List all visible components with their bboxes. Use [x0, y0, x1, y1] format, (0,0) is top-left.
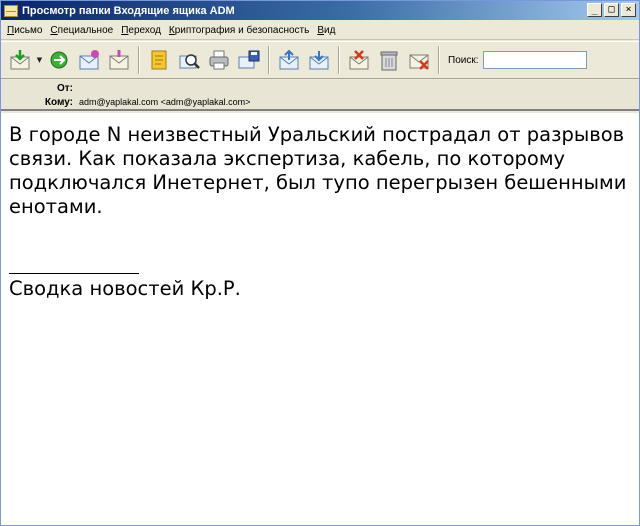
reply-all-button[interactable] — [74, 45, 104, 75]
window-controls: _ □ × — [587, 3, 636, 17]
get-mail-icon — [10, 50, 30, 70]
search-input[interactable] — [482, 51, 587, 69]
window-title: Просмотр папки Входящие ящика ADM — [22, 4, 235, 17]
menu-go[interactable]: Переход — [121, 25, 161, 36]
maximize-button[interactable]: □ — [604, 3, 619, 17]
envelope-down-icon — [309, 51, 329, 70]
mail-viewer-window: Просмотр папки Входящие ящика ADM _ □ × … — [0, 0, 640, 526]
print-button[interactable] — [204, 45, 234, 75]
notes-button[interactable] — [144, 45, 174, 75]
note-icon — [151, 50, 167, 70]
signature-text: Сводка новостей Кр.Р. — [9, 277, 241, 300]
compose-icon — [109, 50, 129, 70]
envelope-icon — [4, 4, 18, 17]
get-mail-dropdown-icon[interactable]: ▼ — [35, 45, 44, 75]
message-body[interactable]: В городе N неизвестный Уральский пострад… — [1, 113, 639, 525]
menu-letter[interactable]: Письмо — [7, 25, 42, 36]
menu-bar: Письмо Специальное Переход Криптография … — [1, 21, 639, 40]
printer-icon — [209, 50, 229, 70]
toolbar-separator — [338, 46, 340, 74]
junk-icon — [409, 54, 429, 70]
forward-button[interactable] — [44, 45, 74, 75]
to-label: Кому: — [44, 96, 73, 108]
title-bar[interactable]: Просмотр папки Входящие ящика ADM _ □ × — [1, 1, 639, 20]
minimize-button[interactable]: _ — [587, 3, 602, 17]
close-button[interactable]: × — [621, 3, 636, 17]
message-text: В городе N неизвестный Уральский пострад… — [9, 123, 633, 218]
trash-icon — [380, 51, 398, 71]
compose-button[interactable] — [104, 45, 134, 75]
envelope-up-icon — [279, 49, 299, 70]
from-row: От: — [1, 81, 79, 95]
move-down-button[interactable] — [304, 45, 334, 75]
toolbar-separator — [438, 46, 440, 74]
to-row: Кому: adm@yaplakal.com <adm@yaplakal.com… — [1, 95, 250, 109]
signature-separator — [9, 273, 139, 274]
find-button[interactable] — [174, 45, 204, 75]
get-mail-button[interactable] — [5, 45, 35, 75]
forward-icon — [50, 51, 68, 69]
spam-button[interactable] — [404, 45, 434, 75]
reply-all-icon — [79, 50, 99, 70]
move-up-button[interactable] — [274, 45, 304, 75]
menu-view[interactable]: Вид — [317, 25, 335, 36]
menu-crypto[interactable]: Криптография и безопасность — [169, 25, 309, 36]
envelope-x-icon — [349, 50, 369, 70]
from-label: От: — [56, 82, 73, 94]
save-button[interactable] — [234, 45, 264, 75]
menu-special[interactable]: Специальное — [50, 25, 113, 36]
save-icon — [238, 50, 260, 69]
search-label: Поиск: — [448, 54, 479, 66]
message-headers: От: Кому: adm@yaplakal.com <adm@yaplakal… — [1, 80, 639, 111]
magnifier-icon — [179, 54, 200, 69]
toolbar-separator — [138, 46, 140, 74]
toolbar-separator — [268, 46, 270, 74]
mark-unread-button[interactable] — [344, 45, 374, 75]
toolbar: ▼ Поиск: — [1, 41, 639, 79]
to-value[interactable]: adm@yaplakal.com <adm@yaplakal.com> — [79, 97, 250, 107]
delete-button[interactable] — [374, 45, 404, 75]
